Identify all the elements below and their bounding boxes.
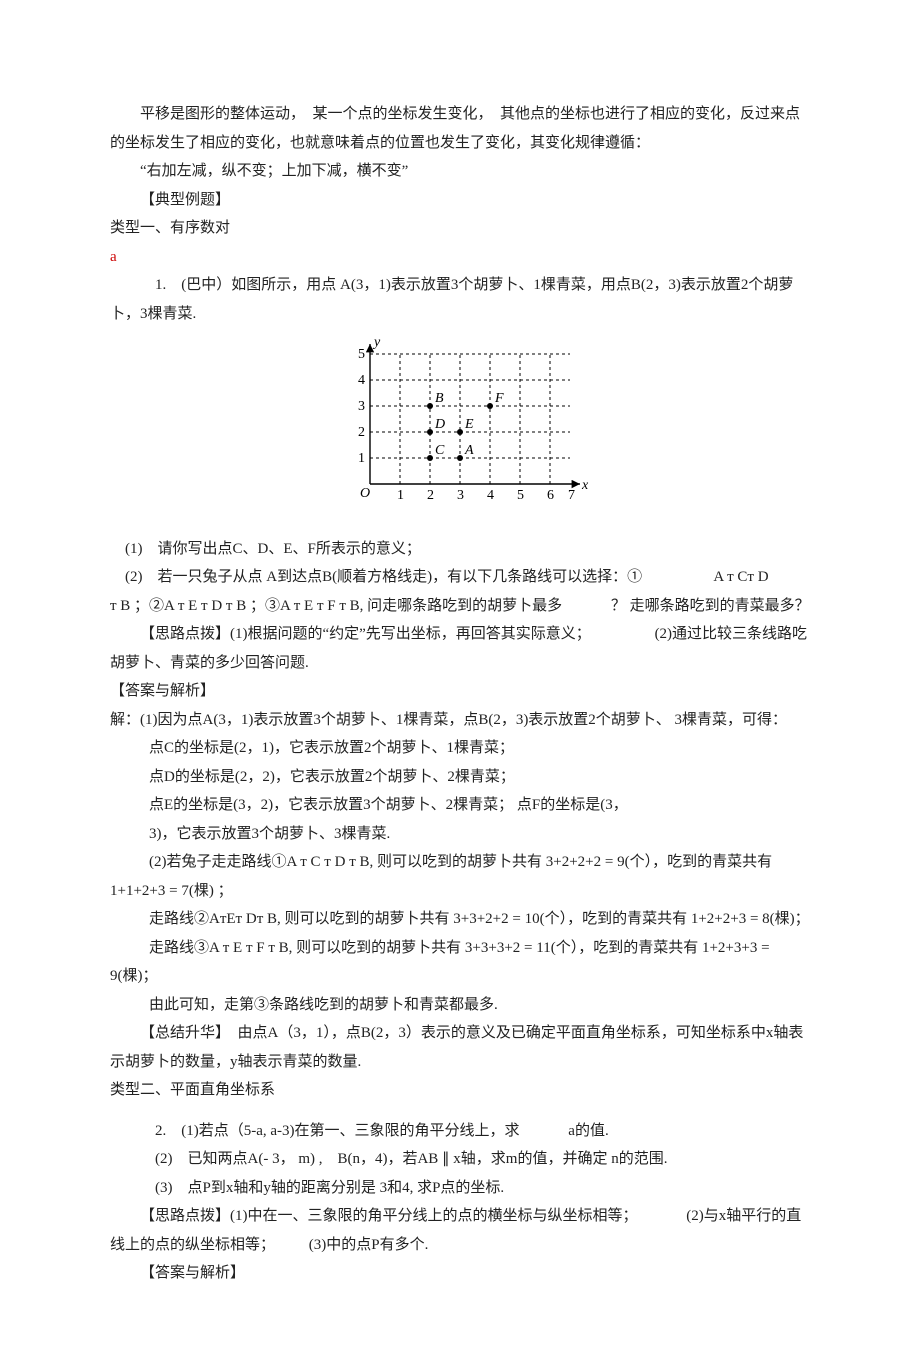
solution-E: 点E的坐标是(3，2)，它表示放置3个胡萝卜、2棵青菜； 点F的坐标是(3， (110, 791, 810, 820)
svg-text:E: E (464, 417, 474, 432)
solution-2b: 走路线②AтEт Dт B, 则可以吃到的胡萝卜共有 3+3+2+2 = 10(… (110, 905, 810, 934)
question-1-sub2: (2) 若一只兔子从点 A到达点B(顺着方格线走)，有以下几条路线可以选择：① … (110, 563, 810, 592)
svg-text:A: A (464, 443, 474, 458)
answer-header-2: 【答案与解析】 (110, 1259, 810, 1288)
q1-2-text-d: ？ 走哪条路吃到的青菜最多？ (611, 598, 810, 614)
svg-text:C: C (435, 443, 445, 458)
svg-text:7: 7 (568, 488, 575, 503)
svg-text:x: x (581, 478, 589, 493)
hint-2a: 【思路点拨】(1)中在一、三象限的角平分线上的点的横坐标与纵坐标相等； (140, 1208, 638, 1224)
hint-1a: 【思路点拨】(1)根据问题的“约定”先写出坐标，再回答其实际意义； (140, 626, 591, 642)
type-heading-2: 类型二、平面直角坐标系 (110, 1076, 810, 1105)
svg-text:4: 4 (358, 373, 365, 388)
svg-text:F: F (494, 391, 504, 406)
svg-text:4: 4 (487, 488, 494, 503)
svg-text:1: 1 (397, 488, 404, 503)
svg-text:3: 3 (358, 399, 365, 414)
solution-C: 点C的坐标是(2，1)，它表示放置2个胡萝卜、1棵青菜； (110, 734, 810, 763)
hint-1: 【思路点拨】(1)根据问题的“约定”先写出坐标，再回答其实际意义； (2)通过比… (110, 620, 810, 677)
svg-text:3: 3 (457, 488, 464, 503)
q2-1b: a的值. (568, 1123, 608, 1139)
solution-2d: 由此可知，走第③条路线吃到的胡萝卜和青菜都最多. (110, 991, 810, 1020)
svg-text:y: y (372, 335, 381, 350)
paragraph-intro: 平移是图形的整体运动， 某一个点的坐标发生变化， 其他点的坐标也进行了相应的变化… (110, 100, 810, 157)
coordinate-chart: 1 2 3 4 5 1 2 3 4 5 6 7 O x y A B C D E … (110, 334, 810, 525)
paragraph-rule: “右加左减，纵不变；上加下减，横不变” (110, 157, 810, 186)
hint-2c: (3)中的点P有多个. (309, 1237, 429, 1253)
solution-D: 点D的坐标是(2，2)，它表示放置2个胡萝卜、2棵青菜； (110, 763, 810, 792)
svg-text:6: 6 (547, 488, 554, 503)
question-1-sub1: (1) 请你写出点C、D、E、F所表示的意义； (110, 535, 810, 564)
svg-text:2: 2 (358, 425, 365, 440)
solution-1-line1: 解：(1)因为点A(3，1)表示放置3个胡萝卜、1棵青菜，点B(2，3)表示放置… (110, 706, 810, 735)
svg-text:2: 2 (427, 488, 434, 503)
type-heading-1: 类型一、有序数对 (110, 214, 810, 243)
svg-text:O: O (360, 486, 370, 501)
q1-2-text-a: (2) 若一只兔子从点 A到达点B(顺着方格线走)，有以下几条路线可以选择：① (125, 569, 642, 585)
section-heading-examples: 【典型例题】 (110, 186, 810, 215)
svg-text:5: 5 (358, 347, 365, 362)
answer-header-1: 【答案与解析】 (110, 677, 810, 706)
question-2-sub3: (3) 点P到x轴和y轴的距离分别是 3和4, 求P点的坐标. (110, 1174, 810, 1203)
solution-F: 3)，它表示放置3个胡萝卜、3棵青菜. (110, 820, 810, 849)
svg-text:5: 5 (517, 488, 524, 503)
question-2-sub1: 2. (1)若点（5-a, a-3)在第一、三象限的角平分线上，求 a的值. (110, 1117, 810, 1146)
svg-text:D: D (434, 417, 445, 432)
grid-svg: 1 2 3 4 5 1 2 3 4 5 6 7 O x y A B C D E … (330, 334, 590, 514)
svg-text:B: B (435, 391, 444, 406)
red-a-marker: a (110, 243, 810, 272)
summary-1: 【总结升华】 由点A（3，1），点B(2，3）表示的意义及已确定平面直角坐标系，… (110, 1019, 810, 1076)
spacer (110, 1105, 810, 1117)
q1-2-text-c: т B ；②A т E т D т B ；③A т E т F т B, 问走哪… (110, 598, 562, 614)
solution-2a: (2)若兔子走走路线①A т C т D т B, 则可以吃到的胡萝卜共有 3+… (110, 848, 810, 905)
svg-text:1: 1 (358, 451, 365, 466)
question-1-stem: 1. (巴中）如图所示，用点 A(3，1)表示放置3个胡萝卜、1棵青菜，用点B(… (110, 271, 810, 328)
solution-2c: 走路线③A т E т F т B, 则可以吃到的胡萝卜共有 3+3+3+2 =… (110, 934, 810, 991)
hint-2: 【思路点拨】(1)中在一、三象限的角平分线上的点的横坐标与纵坐标相等； (2)与… (110, 1202, 810, 1259)
question-2-sub2: (2) 已知两点A(- 3， m) , B(n，4)，若AB ∥ x轴，求m的值… (110, 1145, 810, 1174)
question-1-sub2-cont: т B ；②A т E т D т B ；③A т E т F т B, 问走哪… (110, 592, 810, 621)
q1-2-route1: A т Cт D (713, 569, 768, 585)
q2-1a: 2. (1)若点（5-a, a-3)在第一、三象限的角平分线上，求 (155, 1123, 520, 1139)
